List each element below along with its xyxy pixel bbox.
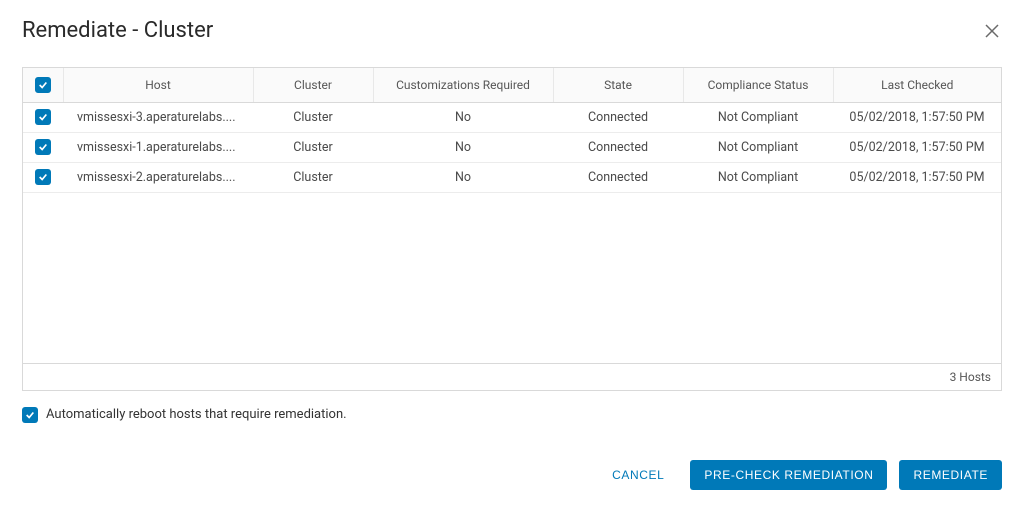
remediate-button[interactable]: REMEDIATE: [899, 460, 1002, 490]
hosts-table: Host Cluster Customizations Required Sta…: [23, 68, 1001, 363]
col-header-host[interactable]: Host: [63, 68, 253, 103]
cell-compliance: Not Compliant: [683, 133, 833, 163]
close-icon[interactable]: [982, 21, 1002, 41]
cell-cluster: Cluster: [253, 163, 373, 193]
cell-last-checked: 05/02/2018, 1:57:50 PM: [833, 163, 1001, 193]
cell-host: vmissesxi-1.aperaturelabs....: [63, 133, 253, 163]
cell-state: Connected: [553, 103, 683, 133]
dialog-buttons: CANCEL PRE-CHECK REMEDIATION REMEDIATE: [598, 460, 1002, 490]
col-header-cluster[interactable]: Cluster: [253, 68, 373, 103]
hosts-table-container: Host Cluster Customizations Required Sta…: [22, 67, 1002, 391]
row-checkbox[interactable]: [35, 139, 51, 155]
table-row[interactable]: vmissesxi-3.aperaturelabs.... Cluster No…: [23, 103, 1001, 133]
cell-customizations: No: [373, 133, 553, 163]
cell-state: Connected: [553, 163, 683, 193]
auto-reboot-label: Automatically reboot hosts that require …: [46, 407, 347, 422]
table-row[interactable]: vmissesxi-2.aperaturelabs.... Cluster No…: [23, 163, 1001, 193]
col-header-last-checked[interactable]: Last Checked: [833, 68, 1001, 103]
cell-compliance: Not Compliant: [683, 103, 833, 133]
table-header-row: Host Cluster Customizations Required Sta…: [23, 68, 1001, 103]
col-header-state[interactable]: State: [553, 68, 683, 103]
table-row[interactable]: vmissesxi-1.aperaturelabs.... Cluster No…: [23, 133, 1001, 163]
select-all-checkbox[interactable]: [35, 77, 51, 93]
table-footer-count: 3 Hosts: [23, 363, 1001, 390]
cell-last-checked: 05/02/2018, 1:57:50 PM: [833, 103, 1001, 133]
cell-host: vmissesxi-2.aperaturelabs....: [63, 163, 253, 193]
cell-cluster: Cluster: [253, 133, 373, 163]
cell-last-checked: 05/02/2018, 1:57:50 PM: [833, 133, 1001, 163]
cell-state: Connected: [553, 133, 683, 163]
table-filler: [23, 193, 1001, 363]
cancel-button[interactable]: CANCEL: [598, 460, 678, 490]
row-checkbox[interactable]: [35, 109, 51, 125]
col-header-compliance[interactable]: Compliance Status: [683, 68, 833, 103]
auto-reboot-option[interactable]: Automatically reboot hosts that require …: [22, 407, 1002, 423]
cell-compliance: Not Compliant: [683, 163, 833, 193]
dialog-title: Remediate - Cluster: [22, 18, 213, 43]
col-header-customizations[interactable]: Customizations Required: [373, 68, 553, 103]
cell-host: vmissesxi-3.aperaturelabs....: [63, 103, 253, 133]
remediate-dialog: Remediate - Cluster Host: [0, 0, 1024, 510]
cell-customizations: No: [373, 103, 553, 133]
cell-cluster: Cluster: [253, 103, 373, 133]
auto-reboot-checkbox[interactable]: [22, 407, 38, 423]
dialog-header: Remediate - Cluster: [22, 18, 1002, 43]
precheck-remediation-button[interactable]: PRE-CHECK REMEDIATION: [690, 460, 887, 490]
cell-customizations: No: [373, 163, 553, 193]
row-checkbox[interactable]: [35, 169, 51, 185]
